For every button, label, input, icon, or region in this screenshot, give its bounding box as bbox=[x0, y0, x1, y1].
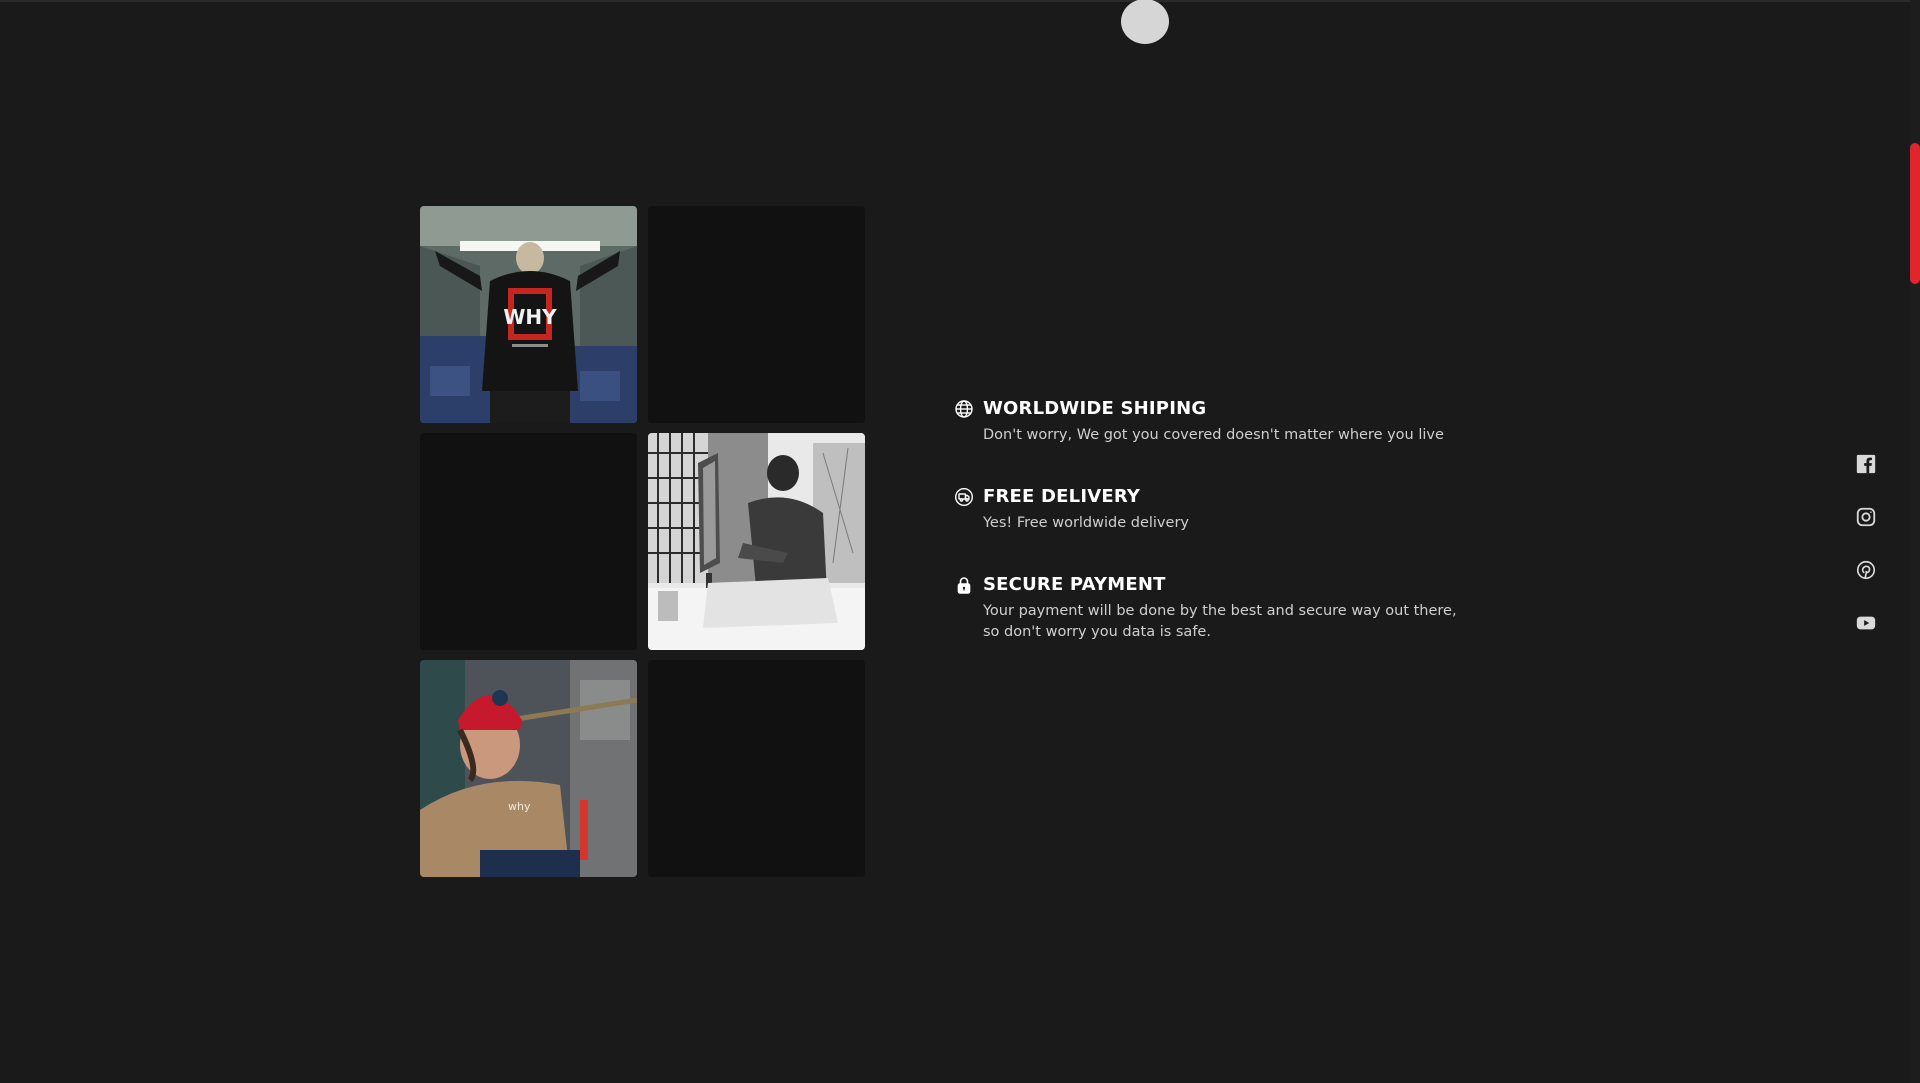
photo-gallery: WHY why bbox=[420, 206, 865, 877]
facebook-icon[interactable] bbox=[1855, 453, 1879, 477]
feature-description: Your payment will be done by the best an… bbox=[983, 603, 1457, 640]
gallery-photo-hoodie-train[interactable]: WHY bbox=[420, 206, 637, 423]
feature-description: Yes! Free worldwide delivery bbox=[983, 515, 1189, 531]
youtube-icon[interactable] bbox=[1855, 612, 1879, 636]
feature-title: FREE DELIVERY bbox=[983, 486, 1141, 507]
gallery-placeholder bbox=[420, 433, 637, 650]
feature-title: WORLDWIDE SHIPING bbox=[983, 398, 1207, 419]
feature-description: Don't worry, We got you covered doesn't … bbox=[983, 427, 1444, 443]
instagram-icon[interactable] bbox=[1855, 506, 1879, 530]
feature-free-delivery: FREE DELIVERY Yes! Free worldwide delive… bbox=[954, 485, 1474, 534]
gallery-placeholder bbox=[648, 206, 865, 423]
social-links bbox=[1855, 453, 1879, 665]
beanie-steps-image: why bbox=[420, 660, 637, 877]
desk-bw-image bbox=[648, 433, 865, 650]
features-list: WORLDWIDE SHIPING Don't worry, We got yo… bbox=[954, 397, 1474, 682]
delivery-truck-icon bbox=[954, 487, 974, 507]
gallery-photo-beanie[interactable]: why bbox=[420, 660, 637, 877]
hoodie-train-image: WHY bbox=[420, 206, 637, 423]
cursor-dot bbox=[1121, 0, 1169, 44]
feature-title: SECURE PAYMENT bbox=[983, 574, 1166, 595]
gallery-placeholder bbox=[648, 660, 865, 877]
feature-worldwide-shipping: WORLDWIDE SHIPING Don't worry, We got yo… bbox=[954, 397, 1474, 446]
pinterest-icon[interactable] bbox=[1855, 559, 1879, 583]
page: WHY why WORLDWIDE SHIPING Don't worry, W… bbox=[0, 0, 1920, 1083]
scrollbar-thumb[interactable] bbox=[1910, 143, 1920, 284]
svg-text:WHY: WHY bbox=[503, 305, 557, 329]
lock-icon bbox=[954, 575, 974, 595]
feature-secure-payment: SECURE PAYMENT Your payment will be done… bbox=[954, 573, 1474, 643]
gallery-photo-desk[interactable] bbox=[648, 433, 865, 650]
globe-icon bbox=[954, 399, 974, 419]
svg-text:why: why bbox=[508, 800, 531, 813]
top-divider bbox=[0, 0, 1910, 2]
